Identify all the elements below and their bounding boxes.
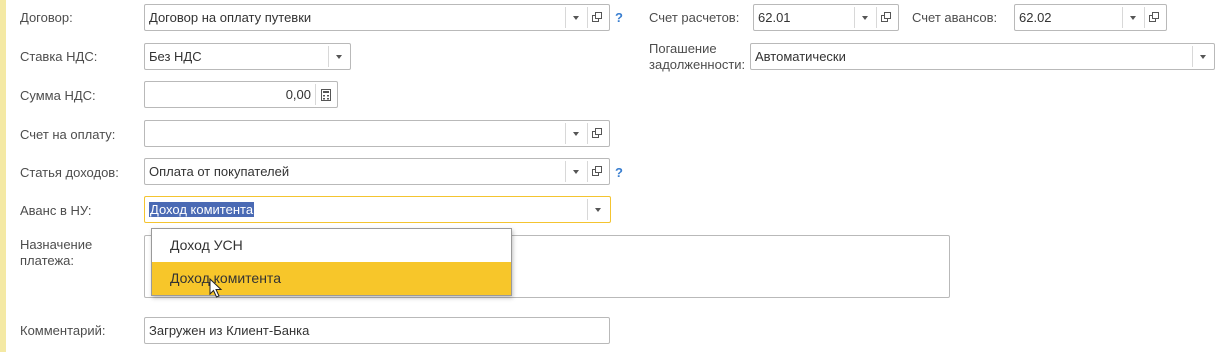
purpose-label: Назначение платежа: [20,237,93,268]
settlement-account-field[interactable]: 62.01 [753,4,899,31]
advance-nu-label: Аванс в НУ: [20,203,92,218]
income-item-dropdown-button[interactable] [565,161,585,182]
comment-field[interactable]: Загружен из Клиент-Банка [144,317,610,344]
invoice-dropdown-button[interactable] [565,123,585,144]
debt-repayment-label: Погашение задолженности: [649,41,746,72]
advance-nu-value: Доход комитента [149,197,255,222]
vat-sum-calculator-button[interactable] [315,84,335,105]
vat-sum-label: Сумма НДС: [20,88,96,103]
advance-account-field[interactable]: 62.02 [1014,4,1167,31]
advance-account-label: Счет авансов: [912,10,998,25]
vat-rate-label: Ставка НДС: [20,49,98,64]
vat-sum-field[interactable]: 0,00 [144,81,338,108]
vat-rate-field[interactable]: Без НДС [144,43,351,70]
debt-repayment-field[interactable]: Автоматически [750,43,1215,70]
advance-account-value: 62.02 [1019,10,1052,25]
advance-account-dropdown-button[interactable] [1122,7,1142,28]
advance-nu-field[interactable]: Доход комитента [144,196,611,223]
comment-label: Комментарий: [20,323,106,338]
open-form-icon [592,166,602,176]
calculator-icon [320,88,331,101]
open-form-icon [592,128,602,138]
open-form-icon [1149,12,1159,22]
invoice-open-button[interactable] [587,123,607,144]
settlement-account-label: Счет расчетов: [649,10,740,25]
contract-open-button[interactable] [587,7,607,28]
advance-nu-dropdown-button[interactable] [587,199,607,220]
income-item-open-button[interactable] [587,161,607,182]
comment-value: Загружен из Клиент-Банка [149,323,310,338]
settlement-account-value: 62.01 [758,10,791,25]
invoice-field[interactable] [144,120,610,147]
debt-repayment-dropdown-button[interactable] [1192,46,1212,67]
income-item-label: Статья доходов: [20,165,119,180]
settlement-account-open-button[interactable] [876,7,896,28]
invoice-label: Счет на оплату: [20,127,116,142]
vat-rate-value: Без НДС [149,49,202,64]
income-item-help-icon[interactable]: ? [615,165,623,181]
dropdown-item-income-consignor[interactable]: Доход комитента [152,262,511,295]
income-item-value: Оплата от покупателей [149,164,290,179]
open-form-icon [592,12,602,22]
contract-dropdown-button[interactable] [565,7,585,28]
mouse-pointer-icon [209,278,223,298]
settlement-account-dropdown-button[interactable] [854,7,874,28]
contract-value: Договор на оплату путевки [149,10,312,25]
income-item-field[interactable]: Оплата от покупателей [144,158,610,185]
advance-nu-selected-text: Доход комитента [149,202,255,217]
vat-sum-value: 0,00 [285,87,311,102]
vat-rate-dropdown-button[interactable] [328,46,348,67]
advance-nu-dropdown-list: Доход УСН Доход комитента [151,228,512,296]
dropdown-item-income-usn[interactable]: Доход УСН [152,229,511,262]
debt-repayment-value: Автоматически [755,49,846,64]
contract-field[interactable]: Договор на оплату путевки [144,4,610,31]
contract-help-icon[interactable]: ? [615,10,623,26]
advance-account-open-button[interactable] [1144,7,1164,28]
open-form-icon [881,12,891,22]
left-accent-stripe [0,0,6,352]
contract-label: Договор: [20,10,73,25]
